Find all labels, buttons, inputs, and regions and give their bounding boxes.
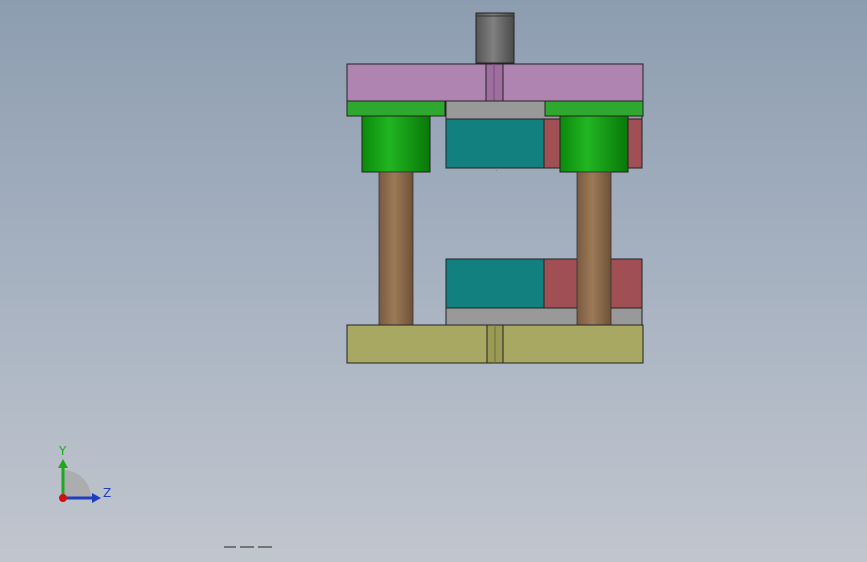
guide-bushing-right[interactable] bbox=[544, 100, 644, 173]
y-axis-arrow-icon bbox=[58, 459, 68, 468]
origin-mark: · bbox=[496, 168, 498, 174]
triad-origin-icon bbox=[59, 494, 67, 502]
guide-bushing-left[interactable] bbox=[346, 100, 446, 173]
scale-bar bbox=[224, 546, 272, 548]
lower-backing-plate[interactable] bbox=[445, 307, 643, 326]
guide-pillar-left[interactable] bbox=[378, 171, 414, 326]
y-axis-label: Y bbox=[58, 444, 67, 458]
orientation-triad[interactable]: Y Z bbox=[48, 440, 118, 510]
z-axis-arrow-icon bbox=[92, 493, 101, 503]
graphics-viewport[interactable]: · Y Z bbox=[0, 0, 867, 562]
punch[interactable] bbox=[475, 12, 515, 64]
z-axis-label: Z bbox=[103, 486, 111, 500]
die-set-model[interactable]: · bbox=[0, 0, 867, 562]
guide-pillar-right[interactable] bbox=[576, 171, 612, 326]
lower-die-base[interactable] bbox=[346, 324, 644, 364]
upper-die-plate[interactable] bbox=[346, 63, 644, 102]
lower-insert[interactable] bbox=[445, 258, 643, 309]
triad-plane-quadrant bbox=[63, 470, 91, 498]
